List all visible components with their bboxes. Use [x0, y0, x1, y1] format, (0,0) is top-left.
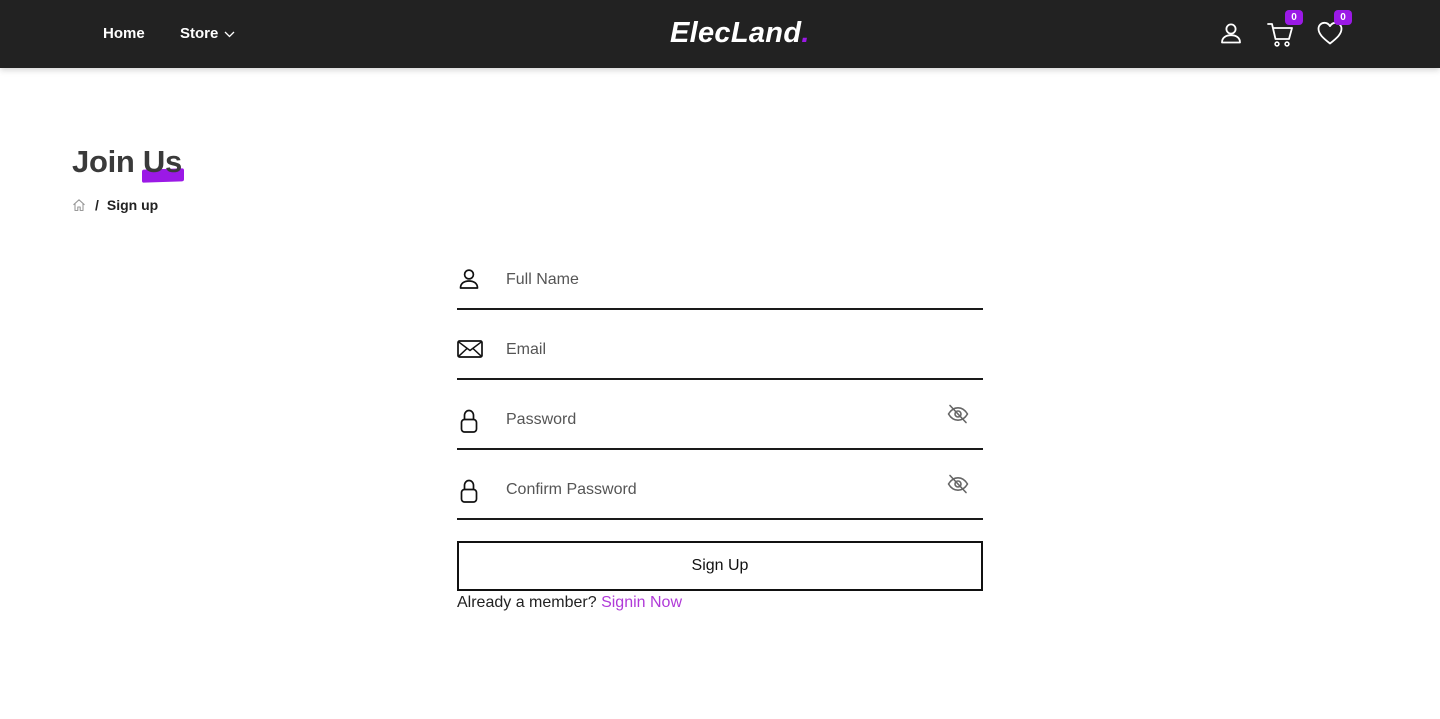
- password-underline: [457, 448, 983, 450]
- eye-slash-icon[interactable]: [947, 404, 969, 424]
- chevron-down-icon: [224, 31, 235, 37]
- lock-icon: [457, 408, 481, 434]
- envelope-icon: [457, 338, 483, 360]
- nav-store-label: Store: [180, 25, 219, 42]
- nav-store-dropdown[interactable]: Store: [180, 24, 235, 44]
- nav-home-link[interactable]: Home: [103, 24, 145, 44]
- breadcrumb-separator: /: [95, 197, 99, 213]
- member-text: Already a member?: [457, 594, 597, 611]
- confirm-password-field: [457, 460, 983, 530]
- confirm-password-underline: [457, 518, 983, 520]
- email-underline: [457, 378, 983, 380]
- full-name-field: [457, 250, 983, 320]
- page-title: Join Us: [72, 142, 184, 183]
- brand-logo[interactable]: ElecLand.: [670, 15, 810, 51]
- home-icon[interactable]: [72, 198, 86, 212]
- user-icon: [457, 268, 481, 290]
- wishlist-count-badge: 0: [1334, 10, 1352, 25]
- signin-now-link[interactable]: Signin Now: [601, 594, 682, 611]
- top-navigation-bar: Home Store ElecLand. 0 0: [0, 0, 1440, 68]
- page-title-part1: Join: [72, 144, 135, 179]
- password-input[interactable]: [504, 404, 924, 436]
- page-title-highlight: Us: [141, 142, 184, 183]
- email-input[interactable]: [504, 334, 924, 366]
- brand-name: ElecLand: [670, 17, 802, 49]
- page-title-part2: Us: [142, 144, 182, 179]
- signup-form: [457, 250, 983, 530]
- breadcrumb: / Sign up: [72, 196, 158, 214]
- confirm-password-input[interactable]: [504, 474, 924, 506]
- sign-up-button[interactable]: Sign Up: [457, 541, 983, 591]
- signin-prompt: Already a member? Signin Now: [457, 593, 682, 613]
- full-name-input[interactable]: [504, 264, 924, 296]
- cart-count-badge: 0: [1285, 10, 1303, 25]
- full-name-underline: [457, 308, 983, 310]
- email-field: [457, 320, 983, 390]
- breadcrumb-current: Sign up: [106, 197, 159, 213]
- brand-dot: .: [801, 17, 810, 49]
- eye-slash-icon[interactable]: [947, 474, 969, 494]
- lock-icon: [457, 478, 481, 504]
- user-icon[interactable]: [1219, 22, 1243, 44]
- password-field: [457, 390, 983, 460]
